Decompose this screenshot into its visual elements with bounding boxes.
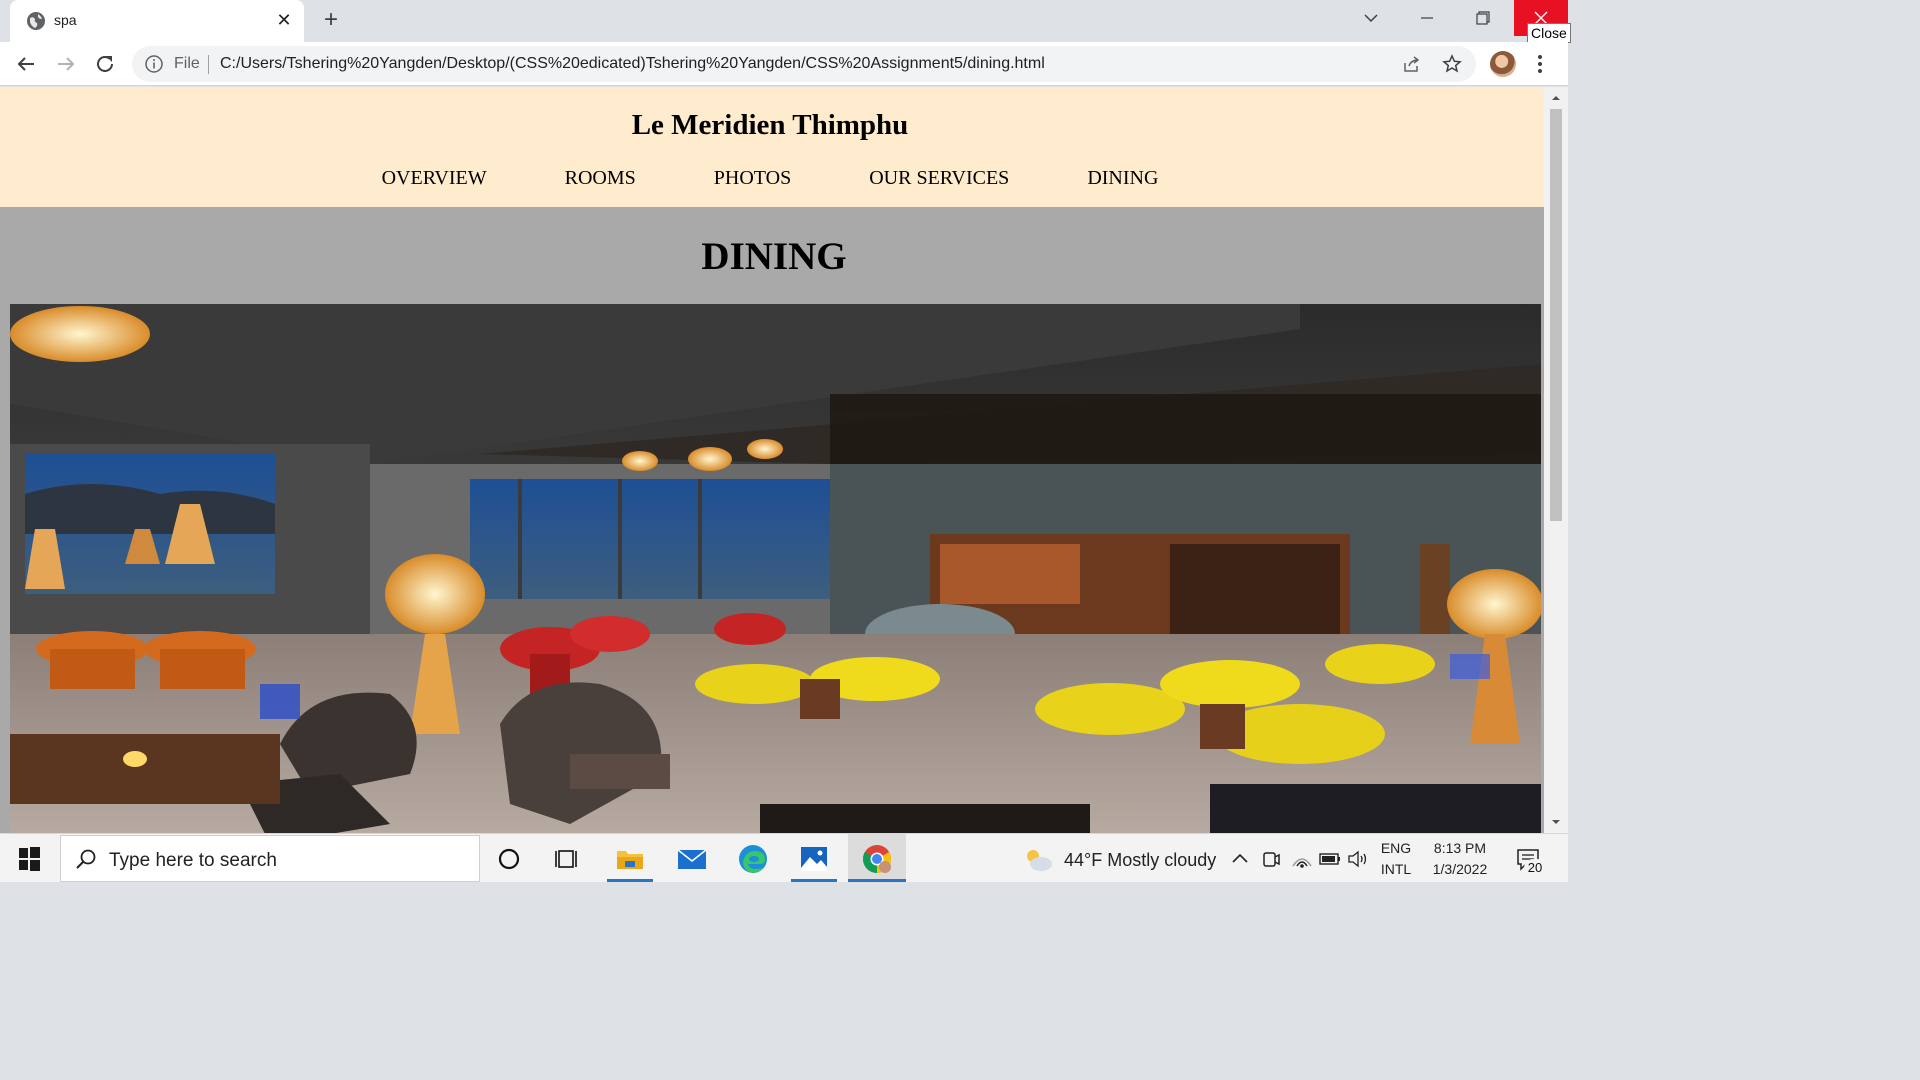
- page-scrollbar[interactable]: [1544, 87, 1568, 833]
- weather-cloudy-icon[interactable]: [1022, 844, 1054, 874]
- tab-title: spa: [54, 12, 77, 28]
- taskbar-search-box[interactable]: Type here to search: [60, 835, 480, 882]
- profile-avatar[interactable]: [1490, 51, 1516, 77]
- search-icon: [76, 849, 96, 869]
- scroll-up-arrow-icon[interactable]: [1551, 93, 1561, 103]
- site-title: Le Meridien Thimphu: [631, 109, 909, 141]
- minimize-button[interactable]: [1403, 0, 1451, 36]
- wifi-icon[interactable]: [1290, 848, 1314, 870]
- nav-link-rooms[interactable]: ROOMS: [565, 167, 636, 190]
- back-arrow-icon[interactable]: [14, 52, 38, 76]
- clock[interactable]: 8:13 PM 1/3/2022: [1422, 838, 1498, 880]
- keyboard-layout: INTL: [1380, 861, 1412, 877]
- notification-count-badge: 20: [1524, 859, 1546, 877]
- file-scheme-label: File: [174, 55, 200, 72]
- clock-date: 1/3/2022: [1432, 861, 1488, 877]
- task-view-icon[interactable]: [551, 842, 585, 876]
- photos-active-indicator: [791, 879, 837, 882]
- bookmark-star-icon[interactable]: [1442, 54, 1462, 74]
- meet-now-icon[interactable]: [1260, 848, 1282, 870]
- chrome-icon[interactable]: [860, 842, 894, 876]
- clock-time: 8:13 PM: [1433, 840, 1487, 856]
- photos-app-icon[interactable]: [797, 842, 831, 876]
- nav-link-dining[interactable]: DINING: [1087, 167, 1158, 190]
- browser-tab[interactable]: spa ✕: [10, 0, 304, 42]
- scroll-down-arrow-icon[interactable]: [1551, 817, 1561, 827]
- url-text[interactable]: C:/Users/Tshering%20Yangden/Desktop/(CSS…: [220, 55, 1045, 73]
- restore-button[interactable]: [1459, 0, 1507, 36]
- forward-arrow-icon[interactable]: [54, 52, 78, 76]
- url-divider: [208, 55, 209, 74]
- dining-hero-image: [10, 304, 1541, 833]
- windows-start-icon[interactable]: [8, 846, 50, 872]
- explorer-active-indicator: [607, 879, 653, 882]
- page-viewport: Le Meridien Thimphu OVERVIEW ROOMS PHOTO…: [0, 87, 1544, 833]
- nav-link-overview[interactable]: OVERVIEW: [382, 167, 487, 190]
- tab-strip: spa ✕ + Close: [0, 0, 1571, 43]
- site-header: Le Meridien Thimphu OVERVIEW ROOMS PHOTO…: [0, 87, 1544, 207]
- reload-icon[interactable]: [93, 52, 117, 76]
- site-nav: OVERVIEW ROOMS PHOTOS OUR SERVICES DININ…: [0, 167, 1540, 190]
- search-placeholder: Type here to search: [109, 850, 277, 871]
- edge-browser-icon[interactable]: [736, 842, 770, 876]
- file-explorer-icon[interactable]: [613, 842, 647, 876]
- cortana-icon[interactable]: [492, 842, 526, 876]
- chevron-up-icon[interactable]: [1229, 848, 1251, 870]
- globe-icon: [27, 12, 45, 30]
- close-tooltip: Close: [1527, 23, 1571, 43]
- chrome-active-indicator: [848, 879, 906, 882]
- tab-close-icon[interactable]: ✕: [272, 8, 296, 32]
- new-tab-button[interactable]: +: [318, 7, 344, 33]
- battery-icon[interactable]: [1318, 849, 1342, 869]
- info-icon[interactable]: [144, 54, 164, 74]
- language-indicator[interactable]: ENG INTL: [1376, 838, 1416, 880]
- nav-link-photos[interactable]: PHOTOS: [714, 167, 791, 190]
- weather-status[interactable]: 44°F Mostly cloudy: [1064, 850, 1216, 871]
- address-bar[interactable]: File C:/Users/Tshering%20Yangden/Desktop…: [132, 46, 1476, 82]
- windows-taskbar: Type here to search 44°F Mostly cloudy E…: [0, 833, 1568, 883]
- tab-search-icon[interactable]: [1347, 0, 1395, 36]
- language-code: ENG: [1380, 840, 1412, 856]
- page-heading: DINING: [701, 235, 847, 278]
- scroll-thumb[interactable]: [1550, 109, 1562, 521]
- share-icon[interactable]: [1402, 54, 1422, 74]
- browser-toolbar: File C:/Users/Tshering%20Yangden/Desktop…: [0, 42, 1568, 86]
- kebab-menu-icon[interactable]: [1530, 52, 1550, 76]
- nav-link-our-services[interactable]: OUR SERVICES: [869, 167, 1009, 190]
- mail-icon[interactable]: [675, 842, 709, 876]
- volume-icon[interactable]: [1346, 848, 1370, 870]
